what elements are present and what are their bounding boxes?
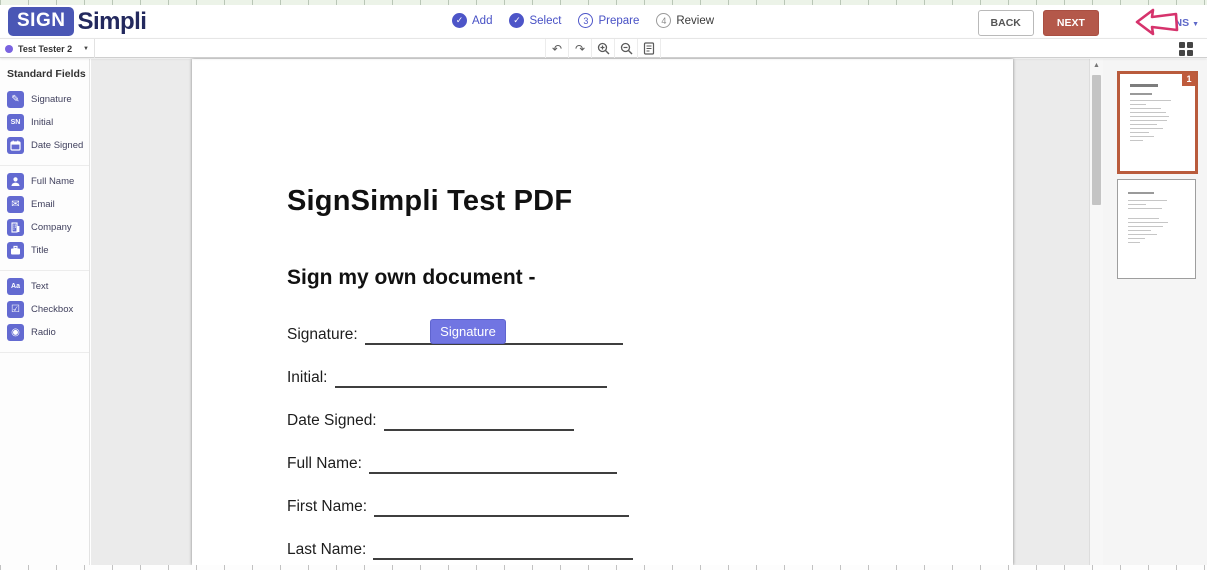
check-circle-icon: ✓	[509, 13, 524, 28]
envelope-icon: ✉	[7, 196, 24, 213]
chevron-down-icon: ▼	[1192, 21, 1199, 28]
first-name-blank-line	[374, 500, 629, 517]
checkbox-icon: ☑	[7, 301, 24, 318]
step-number-icon: 3	[578, 13, 593, 28]
sidebar-group-inputs: Aa Text ☑ Checkbox ◉ Radio	[0, 270, 89, 353]
next-button[interactable]: NEXT	[1043, 10, 1099, 36]
undo-icon[interactable]: ↶	[546, 39, 569, 58]
annotation-arrow-icon	[1134, 7, 1180, 38]
sidebar-item-initial[interactable]: SN Initial	[0, 111, 89, 134]
grid-view-icon[interactable]	[1179, 42, 1193, 56]
briefcase-icon	[7, 242, 24, 259]
field-row-date-signed: Date Signed:	[287, 411, 1013, 431]
sidebar-item-signature[interactable]: ✎ Signature	[0, 88, 89, 111]
field-row-first-name: First Name:	[287, 497, 1013, 517]
document-viewer: SignSimpli Test PDF Sign my own document…	[91, 59, 1103, 565]
sidebar-group-identity: Full Name ✉ Email Company Title	[0, 165, 89, 270]
field-row-signature: Signature: Signature	[287, 325, 1013, 345]
zoom-in-icon[interactable]	[592, 39, 615, 58]
sidebar-item-date-signed[interactable]: Date Signed	[0, 134, 89, 157]
sidebar-item-email[interactable]: ✉ Email	[0, 193, 89, 216]
sidebar-item-text[interactable]: Aa Text	[0, 275, 89, 298]
placed-signature-field[interactable]: Signature	[430, 319, 506, 344]
sidebar-group-signing: ✎ Signature SN Initial Date Signed	[0, 84, 89, 165]
step-add[interactable]: ✓ Add	[452, 13, 492, 28]
document-selector-dropdown[interactable]: Test Tester 2 ▼	[0, 39, 95, 58]
page-number-badge: 1	[1182, 73, 1196, 86]
date-signed-blank-line	[384, 414, 574, 431]
thumbnail-page-2[interactable]	[1117, 179, 1196, 279]
initial-icon: SN	[7, 114, 24, 131]
page-thumbnails-panel: 1	[1103, 59, 1207, 565]
page-layout-icon[interactable]	[638, 39, 661, 58]
full-name-blank-line	[369, 457, 617, 474]
viewer-scrollbar[interactable]: ▲	[1089, 59, 1103, 565]
signsimpli-app: SIGN Simpli ✓ Add ✓ Select 3 Prepare 4 R…	[0, 0, 1207, 570]
sidebar-item-title[interactable]: Title	[0, 239, 89, 262]
sidebar-item-company[interactable]: Company	[0, 216, 89, 239]
logo-sign-badge: SIGN	[8, 7, 74, 36]
sidebar-item-checkbox[interactable]: ☑ Checkbox	[0, 298, 89, 321]
back-button[interactable]: BACK	[978, 10, 1034, 36]
scrollbar-thumb[interactable]	[1092, 75, 1101, 205]
sidebar-item-full-name[interactable]: Full Name	[0, 170, 89, 193]
step-number-icon: 4	[656, 13, 671, 28]
person-icon	[7, 173, 24, 190]
thumbnail-page-1[interactable]: 1	[1117, 71, 1198, 174]
page-edge-ruler-bottom	[0, 565, 1207, 570]
zoom-out-icon[interactable]	[615, 39, 638, 58]
field-row-last-name: Last Name:	[287, 540, 1013, 560]
initial-blank-line	[335, 371, 607, 388]
field-row-initial: Initial:	[287, 368, 1013, 388]
last-name-blank-line	[373, 543, 633, 560]
pdf-page: SignSimpli Test PDF Sign my own document…	[192, 59, 1013, 565]
step-review[interactable]: 4 Review	[656, 13, 714, 28]
calendar-icon	[7, 137, 24, 154]
step-prepare[interactable]: 3 Prepare	[578, 13, 639, 28]
workflow-stepper: ✓ Add ✓ Select 3 Prepare 4 Review	[452, 13, 714, 28]
signer-color-dot-icon	[5, 45, 13, 53]
viewer-toolbar: ↶ ↷	[545, 39, 661, 58]
pdf-subtitle: Sign my own document -	[287, 266, 1013, 290]
pdf-title: SignSimpli Test PDF	[287, 185, 1013, 218]
field-row-full-name: Full Name:	[287, 454, 1013, 474]
toolbar-row: Test Tester 2 ▼ ↶ ↷	[0, 38, 1207, 58]
signsimpli-logo: SIGN Simpli	[8, 7, 146, 36]
radio-icon: ◉	[7, 324, 24, 341]
scroll-up-arrow-icon[interactable]: ▲	[1090, 59, 1103, 72]
fields-sidebar: Standard Fields ✎ Signature SN Initial D…	[0, 59, 90, 565]
text-icon: Aa	[7, 278, 24, 295]
check-circle-icon: ✓	[452, 13, 467, 28]
building-icon	[7, 219, 24, 236]
chevron-down-icon: ▼	[83, 46, 89, 52]
sidebar-title: Standard Fields	[0, 59, 89, 84]
redo-icon[interactable]: ↷	[569, 39, 592, 58]
logo-simpli-text: Simpli	[77, 8, 146, 36]
signature-icon: ✎	[7, 91, 24, 108]
step-select[interactable]: ✓ Select	[509, 13, 561, 28]
sidebar-item-radio[interactable]: ◉ Radio	[0, 321, 89, 344]
main-header: SIGN Simpli ✓ Add ✓ Select 3 Prepare 4 R…	[0, 5, 1207, 38]
